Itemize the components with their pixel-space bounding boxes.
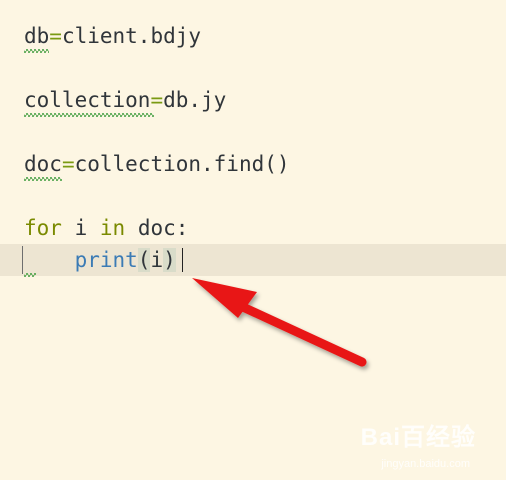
baidu-watermark: Bai百经验 [360, 424, 476, 451]
baidu-watermark-url: jingyan.baidu.com [381, 458, 470, 470]
code-editor[interactable]: db=client.bdjy collection=db.jy doc=coll… [0, 0, 506, 480]
red-arrow-annotation [192, 278, 367, 367]
